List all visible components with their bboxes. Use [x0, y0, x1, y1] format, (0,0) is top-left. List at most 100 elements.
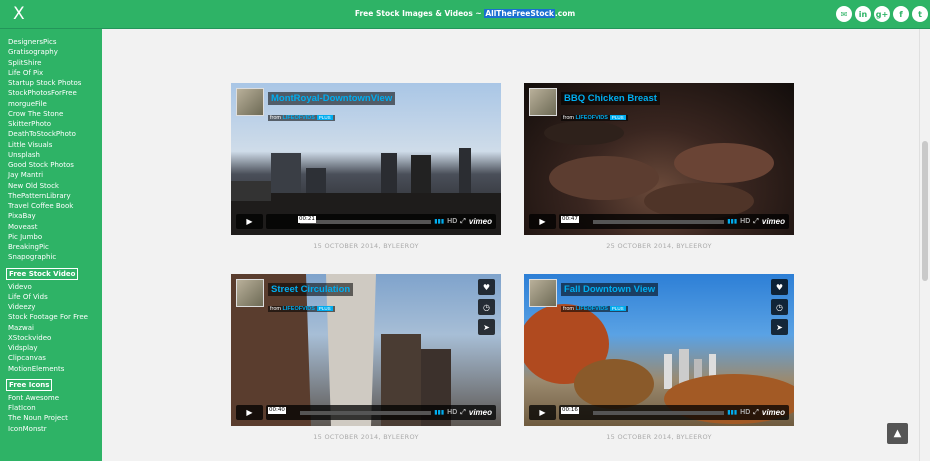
seek-track[interactable]: [300, 410, 432, 415]
back-to-top-button[interactable]: ▲: [887, 423, 908, 444]
sidebar-item[interactable]: Good Stock Photos: [0, 160, 102, 170]
channel-thumbnail[interactable]: [236, 88, 264, 116]
seek-track[interactable]: [300, 219, 432, 224]
video-title[interactable]: Street Circulation: [268, 283, 354, 296]
email-icon[interactable]: ✉: [836, 6, 852, 22]
author-link[interactable]: LIFEOFVIDS: [576, 306, 608, 312]
fullscreen-icon[interactable]: ⤢: [753, 217, 759, 226]
plus-badge: PLUS: [316, 306, 333, 311]
sidebar-item[interactable]: Unsplash: [0, 150, 102, 160]
sidebar-item[interactable]: DeathToStockPhoto: [0, 129, 102, 139]
sidebar-item[interactable]: morgueFile: [0, 99, 102, 109]
video-player[interactable]: BBQ Chicken Breast from LIFEOFVIDS PLUS ▶…: [524, 83, 794, 235]
channel-thumbnail[interactable]: [236, 279, 264, 307]
author-link[interactable]: LIFEOFVIDS: [283, 306, 315, 312]
progress-bar[interactable]: 00:21 ▮▮▮ HD ⤢ vimeo: [266, 214, 496, 229]
play-button[interactable]: ▶: [529, 214, 556, 229]
play-button[interactable]: ▶: [236, 214, 263, 229]
progress-bar[interactable]: 00:47 ▮▮▮ HD ⤢ vimeo: [559, 214, 789, 229]
sidebar-item[interactable]: IconMonstr: [0, 424, 102, 434]
volume-icon[interactable]: ▮▮▮: [727, 218, 737, 225]
watch-later-clock-icon[interactable]: ◷: [478, 299, 495, 315]
vimeo-logo[interactable]: vimeo: [762, 408, 785, 417]
fullscreen-icon[interactable]: ⤢: [460, 408, 466, 417]
sidebar-item[interactable]: SplitShire: [0, 58, 102, 68]
channel-thumbnail[interactable]: [529, 279, 557, 307]
sidebar-item[interactable]: Gratisography: [0, 47, 102, 57]
sidebar-item[interactable]: Vidsplay: [0, 343, 102, 353]
sidebar-item[interactable]: Jay Mantri: [0, 170, 102, 180]
play-button[interactable]: ▶: [529, 405, 556, 420]
sidebar-item[interactable]: Mazwai: [0, 323, 102, 333]
sidebar-item[interactable]: Snapographic: [0, 252, 102, 262]
vimeo-logo[interactable]: vimeo: [469, 217, 492, 226]
sidebar-item[interactable]: DesignersPics: [0, 37, 102, 47]
sidebar-item[interactable]: Life Of Pix: [0, 68, 102, 78]
sidebar-item[interactable]: Little Visuals: [0, 140, 102, 150]
sidebar-item[interactable]: Videezy: [0, 302, 102, 312]
video-caption: 15 OCTOBER 2014, BYLEEROY: [313, 242, 419, 250]
hd-toggle[interactable]: HD: [740, 409, 750, 416]
video-player[interactable]: MontRoyal-DowntownView from LIFEOFVIDS PL…: [231, 83, 501, 235]
twitter-icon[interactable]: t: [912, 6, 928, 22]
scrollbar[interactable]: [919, 29, 930, 461]
free-stock-video-heading[interactable]: Free Stock Video: [6, 267, 79, 280]
author-link[interactable]: LIFEOFVIDS: [283, 115, 315, 121]
vimeo-logo[interactable]: vimeo: [762, 217, 785, 226]
sidebar-item[interactable]: Life Of Vids: [0, 292, 102, 302]
sidebar-item[interactable]: SkitterPhoto: [0, 119, 102, 129]
facebook-icon[interactable]: f: [893, 6, 909, 22]
sidebar-item[interactable]: XStockvideo: [0, 333, 102, 343]
google-plus-icon[interactable]: g+: [874, 6, 890, 22]
video-player[interactable]: Fall Downtown View from LIFEOFVIDS PLUS ♥…: [524, 274, 794, 426]
sidebar-item[interactable]: BreakingPic: [0, 242, 102, 252]
sidebar-item[interactable]: Font Awesome: [0, 393, 102, 403]
video-title[interactable]: MontRoyal-DowntownView: [268, 92, 396, 105]
sidebar-item[interactable]: The Noun Project: [0, 413, 102, 423]
sidebar-item[interactable]: StockPhotosForFree: [0, 88, 102, 98]
sidebar-item[interactable]: Moveast: [0, 222, 102, 232]
sidebar-item[interactable]: New Old Stock: [0, 181, 102, 191]
sidebar-item[interactable]: Pic Jumbo: [0, 232, 102, 242]
sidebar-item[interactable]: Clipcanvas: [0, 353, 102, 363]
volume-icon[interactable]: ▮▮▮: [727, 409, 737, 416]
progress-bar[interactable]: 00:40 ▮▮▮ HD ⤢ vimeo: [266, 405, 496, 420]
sidebar-item[interactable]: Crow The Stone: [0, 109, 102, 119]
free-icons-heading[interactable]: Free Icons: [6, 378, 53, 391]
fullscreen-icon[interactable]: ⤢: [753, 408, 759, 417]
vimeo-logo[interactable]: vimeo: [469, 408, 492, 417]
video-meta: Street Circulation from LIFEOFVIDS PLUS: [236, 279, 354, 315]
from-label: from: [270, 115, 281, 121]
sidebar-item[interactable]: Videvo: [0, 282, 102, 292]
channel-thumbnail[interactable]: [529, 88, 557, 116]
progress-bar[interactable]: 00:16 ▮▮▮ HD ⤢ vimeo: [559, 405, 789, 420]
linkedin-icon[interactable]: in: [855, 6, 871, 22]
volume-icon[interactable]: ▮▮▮: [434, 218, 444, 225]
author-link[interactable]: LIFEOFVIDS: [576, 115, 608, 121]
sidebar-item[interactable]: PixaBay: [0, 211, 102, 221]
volume-icon[interactable]: ▮▮▮: [434, 409, 444, 416]
hd-toggle[interactable]: HD: [447, 218, 457, 225]
share-send-icon[interactable]: ➤: [478, 319, 495, 335]
like-heart-icon[interactable]: ♥: [478, 279, 495, 295]
sidebar-item[interactable]: Travel Coffee Book: [0, 201, 102, 211]
video-title[interactable]: Fall Downtown View: [561, 283, 659, 296]
sidebar-item[interactable]: Startup Stock Photos: [0, 78, 102, 88]
video-player[interactable]: Street Circulation from LIFEOFVIDS PLUS ♥…: [231, 274, 501, 426]
sidebar-item[interactable]: MotionElements: [0, 364, 102, 374]
sidebar-item[interactable]: Stock Footage For Free: [0, 312, 102, 322]
site-name-link[interactable]: AllTheFreeStock: [484, 9, 555, 18]
share-send-icon[interactable]: ➤: [771, 319, 788, 335]
play-button[interactable]: ▶: [236, 405, 263, 420]
sidebar-item[interactable]: FlatIcon: [0, 403, 102, 413]
watch-later-clock-icon[interactable]: ◷: [771, 299, 788, 315]
like-heart-icon[interactable]: ♥: [771, 279, 788, 295]
hd-toggle[interactable]: HD: [740, 218, 750, 225]
scrollbar-thumb[interactable]: [922, 141, 928, 281]
hd-toggle[interactable]: HD: [447, 409, 457, 416]
seek-track[interactable]: [593, 219, 725, 224]
seek-track[interactable]: [593, 410, 725, 415]
fullscreen-icon[interactable]: ⤢: [460, 217, 466, 226]
video-title[interactable]: BBQ Chicken Breast: [561, 92, 660, 105]
sidebar-item[interactable]: ThePatternLibrary: [0, 191, 102, 201]
